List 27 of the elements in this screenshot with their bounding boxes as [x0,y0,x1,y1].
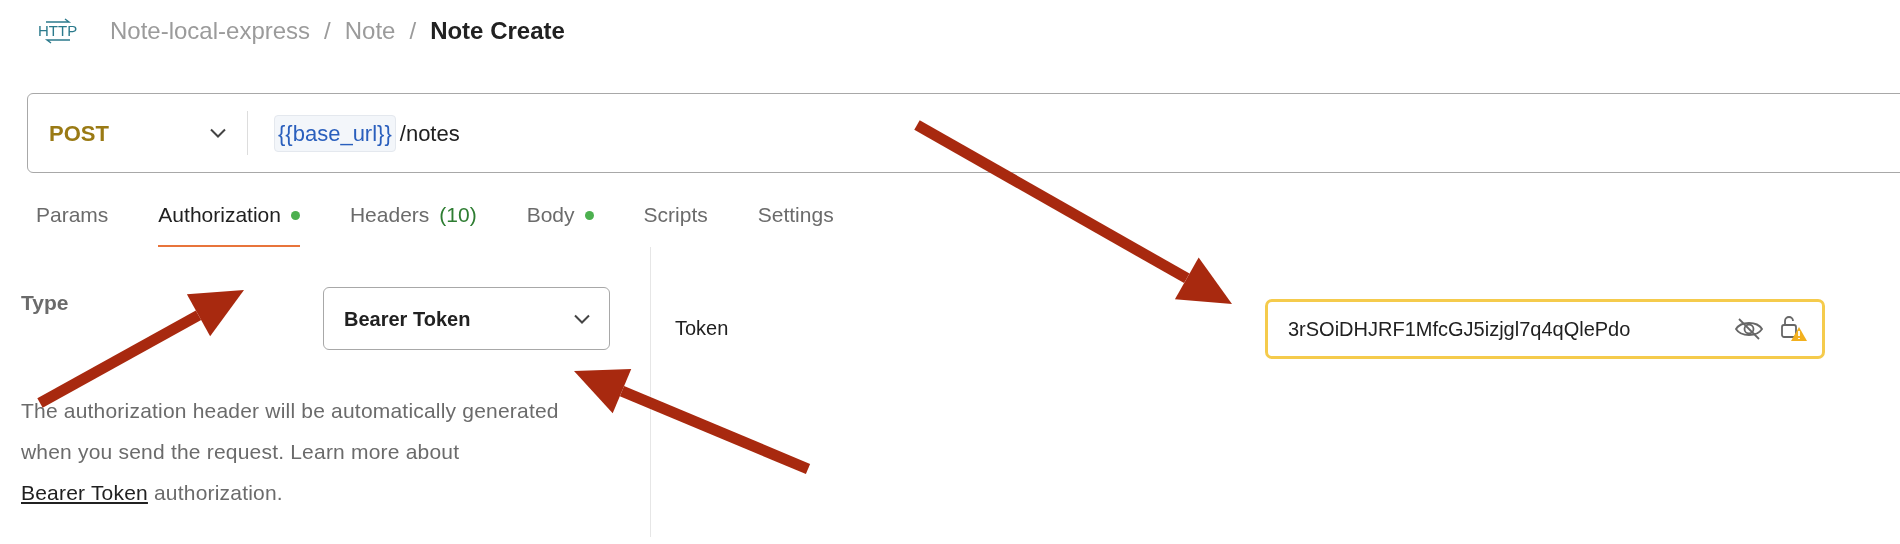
variable-chip: {{base_url}} [274,114,396,152]
breadcrumb-item: Note Create [430,16,565,46]
description-text: The authorization header will be automatically generated when you send the request. Learn more about Bearer Token authorization. [21,398,560,506]
lock-warning-icon[interactable] [1780,315,1808,343]
caret-icon [573,313,591,324]
token-field[interactable]: 3rSOiDHJRF1MfcGJ5izjgl7q4qQlePdo [1265,299,1825,359]
url-field[interactable]: {{base_url}} /notes [248,114,460,152]
url-path: /notes [399,119,460,148]
method-dropdown[interactable]: POST [28,111,248,155]
tab[interactable]: Params [36,199,109,247]
token-label: Token [675,316,729,341]
breadcrumb-item[interactable]: Note-local-express [110,13,311,49]
tab[interactable]: Scripts [643,199,708,247]
tab[interactable]: Settings [757,199,834,247]
tab[interactable]: Authorization [158,199,300,247]
tab[interactable]: Headers (10) [349,199,477,247]
token-value: 3rSOiDHJRF1MfcGJ5izjgl7q4qQlePdo [1288,317,1631,342]
breadcrumb-separator: / [324,16,331,46]
type-label: Type [21,290,69,316]
breadcrumb-item[interactable]: Note [344,13,396,49]
method-text: POST [49,119,109,148]
tab[interactable]: Body [526,199,594,247]
auth-type-dropdown[interactable]: Bearer Token [323,287,610,350]
caret-icon [209,128,227,138]
hide-icon[interactable] [1734,317,1764,341]
learn-more-link[interactable]: Bearer Token [21,481,148,504]
breadcrumb-separator: / [409,16,417,46]
